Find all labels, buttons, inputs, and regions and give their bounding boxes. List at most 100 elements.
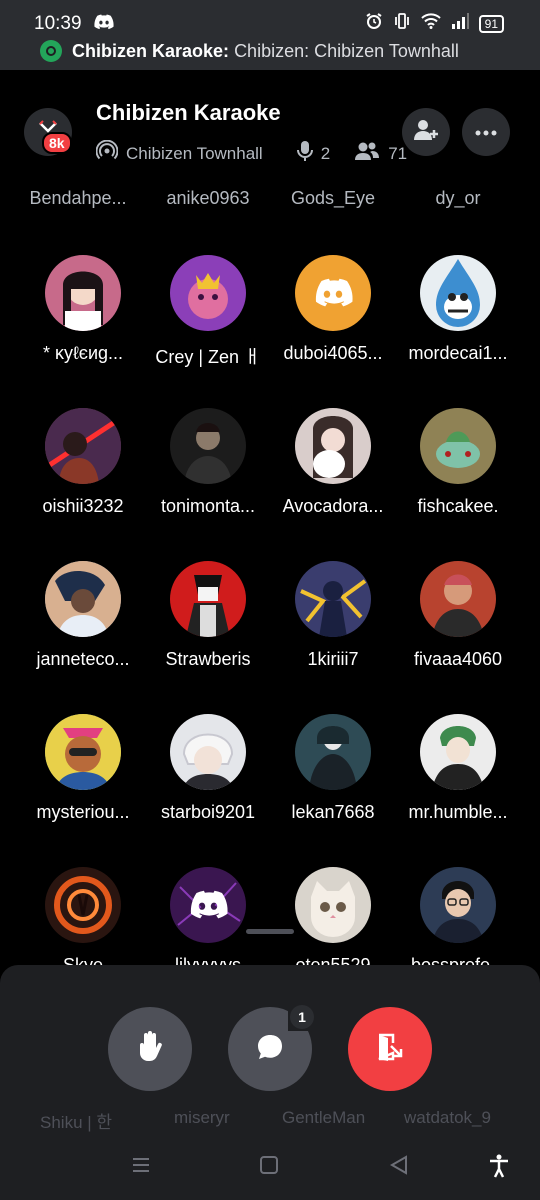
bluejay-avatar	[420, 255, 496, 331]
server-badge: 8k	[42, 132, 72, 154]
user-name: Strawberis	[165, 649, 251, 669]
gojo-avatar	[170, 714, 246, 790]
user-name: janneteco...	[36, 649, 130, 669]
audience-member[interactable]: Skye	[18, 867, 148, 965]
speaker-count: 2	[320, 143, 331, 163]
punk-ape-avatar	[45, 714, 121, 790]
jojo-avatar	[170, 561, 246, 637]
audience-member[interactable]: oten5529	[268, 867, 398, 965]
user-name: anike0963	[166, 188, 250, 208]
zoro-avatar	[420, 714, 496, 790]
audience-member[interactable]: oishii3232	[18, 408, 148, 517]
audience-member[interactable]: Strawberis	[143, 561, 273, 670]
user-name: lilyyyyys	[175, 955, 241, 965]
purple-discord-avatar	[170, 867, 246, 943]
listener-count: 71	[388, 143, 408, 163]
chat-button[interactable]: 1	[228, 1003, 316, 1091]
notification-app: Chibizen Karaoke:	[72, 40, 230, 61]
user-name: Bendahpe...	[29, 188, 127, 208]
user-name: starboi9201	[160, 802, 256, 822]
chat-bubble-icon	[255, 1032, 285, 1067]
audience-member[interactable]: tonimonta...	[143, 408, 273, 517]
vibrate-icon	[393, 12, 411, 35]
back-icon[interactable]	[388, 1154, 410, 1181]
home-icon[interactable]	[258, 1154, 280, 1181]
user-name: bossprefe...	[410, 955, 506, 965]
anime-character-avatar	[45, 561, 121, 637]
audience-member[interactable]: mysteriou...	[18, 714, 148, 823]
user-name: * κуℓєиg...	[42, 343, 124, 363]
wifi-icon	[420, 13, 441, 34]
user-name: oishii3232	[42, 496, 124, 516]
user-name: lekan7668	[291, 802, 375, 822]
invite-button[interactable]	[402, 108, 450, 156]
microphone-icon	[296, 140, 313, 167]
channel-name: Chibizen Townhall	[126, 143, 263, 163]
audience-member[interactable]: bossprefe...	[393, 867, 523, 965]
leave-stage-button[interactable]	[348, 1007, 432, 1091]
bulbasaur-avatar	[420, 408, 496, 484]
battery-indicator: 91	[478, 14, 504, 33]
audience-member[interactable]: starboi9201	[143, 714, 273, 823]
user-name: oten5529	[295, 955, 371, 965]
girl-cat-avatar	[295, 408, 371, 484]
boy-glasses-avatar	[420, 867, 496, 943]
discord-notification-icon	[94, 14, 114, 35]
audience-member[interactable]: Avocadora...	[268, 408, 398, 517]
user-name: dy_or	[435, 188, 481, 208]
people-icon	[354, 141, 380, 166]
leave-door-icon	[375, 1032, 405, 1067]
sukuna-avatar	[420, 561, 496, 637]
audience-member[interactable]: 1kiriii7	[268, 561, 398, 670]
audience-member[interactable]: janneteco...	[18, 561, 148, 670]
accessibility-icon[interactable]	[488, 1154, 510, 1183]
audience-member[interactable]: fishcakee.	[393, 408, 523, 517]
lightning-character-avatar	[295, 561, 371, 637]
alarm-icon	[365, 12, 383, 35]
user-name: 1kiriii7	[307, 649, 359, 669]
cat-avatar	[295, 867, 371, 943]
audience-member[interactable]: * κуℓєиg...	[18, 255, 148, 364]
user-name: mysteriou...	[36, 802, 130, 822]
stage-subtitle: Chibizen Townhall 2 71	[95, 139, 408, 167]
user-name: fishcakee.	[417, 496, 499, 516]
user-name: Skye	[62, 955, 104, 965]
user-name: duboi4065...	[283, 343, 383, 363]
audience-member[interactable]: duboi4065...	[268, 255, 398, 364]
raise-hand-button[interactable]	[108, 1007, 192, 1091]
user-name: Gods_Eye	[290, 188, 376, 208]
user-name: Avocadora...	[282, 496, 384, 516]
ongoing-stage-notification[interactable]: Chibizen Karaoke: Chibizen: Chibizen Tow…	[40, 40, 459, 62]
status-bar: 10:39 91 Chibizen Karaoke: Chibizen: Chi…	[0, 0, 540, 70]
signal-icon	[451, 13, 469, 34]
user-name: Crey | Zen ㅐ	[155, 347, 261, 367]
user-name: tonimonta...	[160, 496, 256, 516]
faded-user-name: GentleMan	[282, 1108, 366, 1127]
fire-swirl-avatar	[45, 867, 121, 943]
man-photo-avatar	[170, 408, 246, 484]
add-user-icon	[413, 118, 439, 147]
audience-member[interactable]: mr.humble...	[393, 714, 523, 823]
audience-member[interactable]: mordecai1...	[393, 255, 523, 364]
unread-badge: 1	[288, 1003, 316, 1031]
audience-member[interactable]: lekan7668	[268, 714, 398, 823]
pink-creature-avatar	[170, 255, 246, 331]
audience-member[interactable]: fivaaa4060	[393, 561, 523, 670]
stage-header: 8k Chibizen Karaoke Chibizen Townhall 2 …	[0, 88, 540, 178]
faded-user-name: watdatok_9	[404, 1108, 491, 1127]
faded-user-name: miseryr	[174, 1108, 230, 1127]
user-name: mordecai1...	[408, 343, 508, 363]
hand-icon	[135, 1030, 165, 1069]
recents-icon[interactable]	[130, 1154, 152, 1181]
more-dots-icon	[475, 123, 497, 141]
user-name: fivaaa4060	[413, 649, 503, 669]
clock: 10:39	[34, 13, 82, 34]
audience-member[interactable]: lilyyyyys	[143, 867, 273, 965]
user-name: mr.humble...	[408, 802, 508, 822]
more-options-button[interactable]	[462, 108, 510, 156]
audience-member[interactable]: Crey | Zen ㅐ	[143, 255, 273, 369]
samurai-avatar	[45, 408, 121, 484]
stage-title: Chibizen Karaoke	[96, 100, 281, 125]
anime-girl-avatar	[45, 255, 121, 331]
sheet-drag-handle[interactable]	[246, 929, 294, 934]
